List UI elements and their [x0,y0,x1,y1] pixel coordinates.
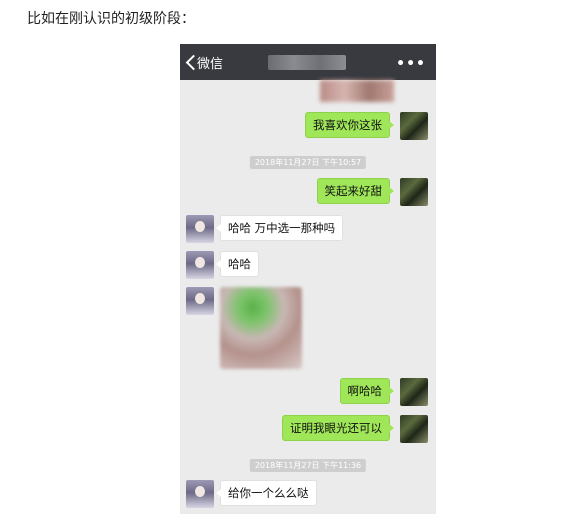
message-bubble-self[interactable]: 笑起来好甜 [316,178,394,204]
photo-message-blurred[interactable] [220,287,302,369]
avatar-self[interactable] [400,112,428,140]
avatar-self[interactable] [400,178,428,206]
message-bubble-self[interactable]: 我喜欢你这张 [305,112,394,138]
message-bubble-self[interactable]: 啊哈哈 [339,378,394,404]
message-bubble-other[interactable]: 哈哈 [216,251,259,277]
avatar-other[interactable] [186,287,214,315]
chat-screenshot: 微信 ••• 我喜欢你这张 2018年11月27日 下午10:57 笑起来好甜 … [180,44,436,514]
message-bubble-self[interactable]: 证明我眼光还可以 [282,415,394,441]
timestamp: 2018年11月27日 下午11:36 [249,459,367,472]
avatar-self[interactable] [400,378,428,406]
avatar-other[interactable] [186,251,214,279]
timestamp: 2018年11月27日 下午10:57 [249,156,367,169]
contact-name-blurred [268,55,346,70]
avatar-other[interactable] [186,215,214,243]
caption: 比如在刚认识的初级阶段： [27,11,195,27]
chat-navbar: 微信 ••• [180,44,436,80]
partial-photo-message[interactable] [320,80,394,102]
avatar-self[interactable] [400,415,428,443]
more-options-icon[interactable]: ••• [396,56,426,72]
back-button-label[interactable]: 微信 [197,53,223,72]
avatar-other[interactable] [186,480,214,508]
message-bubble-other[interactable]: 给你一个么么哒 [216,480,317,506]
message-bubble-other[interactable]: 哈哈 万中选一那种吗 [215,215,344,241]
